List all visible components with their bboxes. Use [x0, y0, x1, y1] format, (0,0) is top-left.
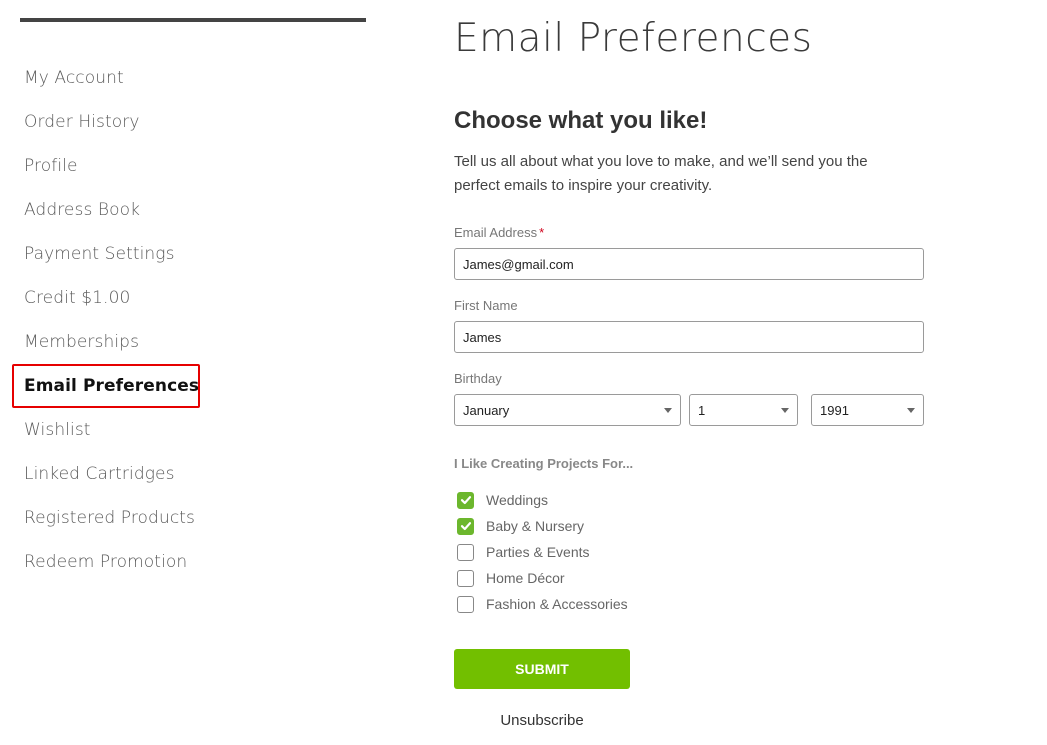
sidebar-item-email-preferences[interactable]: Email Preferences — [12, 364, 366, 408]
sidebar-divider — [20, 18, 366, 22]
checkbox[interactable] — [457, 569, 474, 587]
intro-text: Tell us all about what you love to make,… — [454, 153, 868, 194]
sidebar-item-address-book[interactable]: Address Book — [20, 188, 366, 232]
required-mark: * — [539, 225, 545, 240]
option-label: Fashion & Accessories — [486, 596, 628, 612]
option-label: Baby & Nursery — [486, 518, 585, 534]
sidebar-item-credit[interactable]: Credit $1.00 — [20, 276, 366, 320]
page-title: Email Preferences — [454, 16, 813, 61]
year-value: 1991 — [820, 402, 849, 418]
interest-option-home-decor[interactable]: Home Décor — [457, 565, 628, 591]
birthday-label: Birthday — [454, 371, 502, 386]
first-name-label: First Name — [454, 298, 518, 313]
interests-list: Weddings Baby & Nursery Parties & Events… — [457, 487, 628, 617]
checkbox[interactable] — [457, 491, 474, 509]
checkmark-icon — [460, 496, 471, 505]
first-name-input[interactable] — [454, 321, 924, 353]
chevron-down-icon — [664, 407, 672, 413]
sidebar-item-wishlist[interactable]: Wishlist — [20, 408, 366, 452]
birthday-year-select[interactable]: 1991 — [811, 394, 924, 426]
chevron-down-icon — [907, 407, 915, 413]
email-label: Email Address * — [454, 225, 544, 240]
option-label: Weddings — [486, 492, 549, 508]
sidebar-item-linked-cartridges[interactable]: Linked Cartridges — [20, 452, 366, 496]
sidebar-item-label: Email Preferences — [24, 376, 200, 396]
sidebar-item-memberships[interactable]: Memberships — [20, 320, 366, 364]
month-value: January — [463, 402, 510, 418]
checkbox[interactable] — [457, 517, 474, 535]
section-title: Choose what you like! — [454, 107, 708, 134]
interest-option-fashion-accessories[interactable]: Fashion & Accessories — [457, 591, 628, 617]
checkmark-icon — [460, 522, 471, 531]
sidebar-item-redeem-promotion[interactable]: Redeem Promotion — [20, 540, 366, 584]
option-label: Parties & Events — [486, 544, 590, 560]
account-sidebar: My Account Order History Profile Address… — [12, 18, 366, 584]
day-value: 1 — [698, 402, 706, 418]
interest-option-parties-events[interactable]: Parties & Events — [457, 539, 628, 565]
sidebar-item-profile[interactable]: Profile — [20, 144, 366, 188]
birthday-month-select[interactable]: January — [454, 394, 681, 426]
sidebar-item-payment-settings[interactable]: Payment Settings — [20, 232, 366, 276]
email-input[interactable] — [454, 248, 924, 280]
account-nav: My Account Order History Profile Address… — [12, 56, 366, 584]
chevron-down-icon — [781, 407, 789, 413]
sidebar-item-my-account[interactable]: My Account — [20, 56, 366, 100]
interest-option-weddings[interactable]: Weddings — [457, 487, 628, 513]
checkbox[interactable] — [457, 595, 474, 613]
sidebar-item-registered-products[interactable]: Registered Products — [20, 496, 366, 540]
sidebar-item-order-history[interactable]: Order History — [20, 100, 366, 144]
option-label: Home Décor — [486, 570, 565, 586]
email-label-text: Email Address — [454, 225, 538, 240]
checkbox[interactable] — [457, 543, 474, 561]
interest-option-baby-nursery[interactable]: Baby & Nursery — [457, 513, 628, 539]
unsubscribe-link[interactable]: Unsubscribe — [454, 712, 630, 729]
interests-label: I Like Creating Projects For... — [454, 456, 634, 471]
submit-button[interactable]: SUBMIT — [454, 649, 630, 689]
birthday-day-select[interactable]: 1 — [689, 394, 798, 426]
